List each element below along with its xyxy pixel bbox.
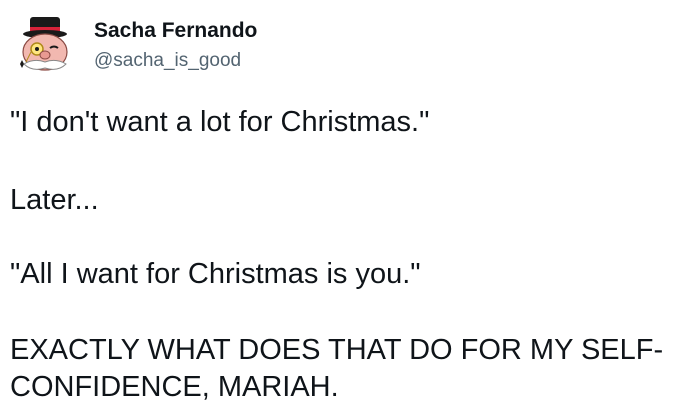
tweet-paragraph: "I don't want a lot for Christmas."	[10, 106, 430, 138]
tweet-text: "I don't want a lot for Christmas." Late…	[10, 104, 690, 403]
cartoon-monopoly-man-avatar-icon	[20, 17, 68, 71]
author-display-name[interactable]: Sacha Fernando	[94, 18, 257, 44]
author-names: Sacha Fernando @sacha_is_good	[94, 18, 257, 74]
tweet-paragraph: Later...	[10, 184, 99, 216]
tweet-paragraph: EXACTLY WHAT DOES THAT DO FOR MY SELF-CO…	[10, 334, 664, 403]
author-handle[interactable]: @sacha_is_good	[94, 48, 257, 74]
tweet-header: Sacha Fernando @sacha_is_good	[10, 14, 257, 84]
avatar[interactable]	[10, 14, 80, 84]
tweet-paragraph: "All I want for Christmas is you."	[10, 258, 421, 290]
tweet-card: Sacha Fernando @sacha_is_good "I don't w…	[0, 0, 700, 416]
